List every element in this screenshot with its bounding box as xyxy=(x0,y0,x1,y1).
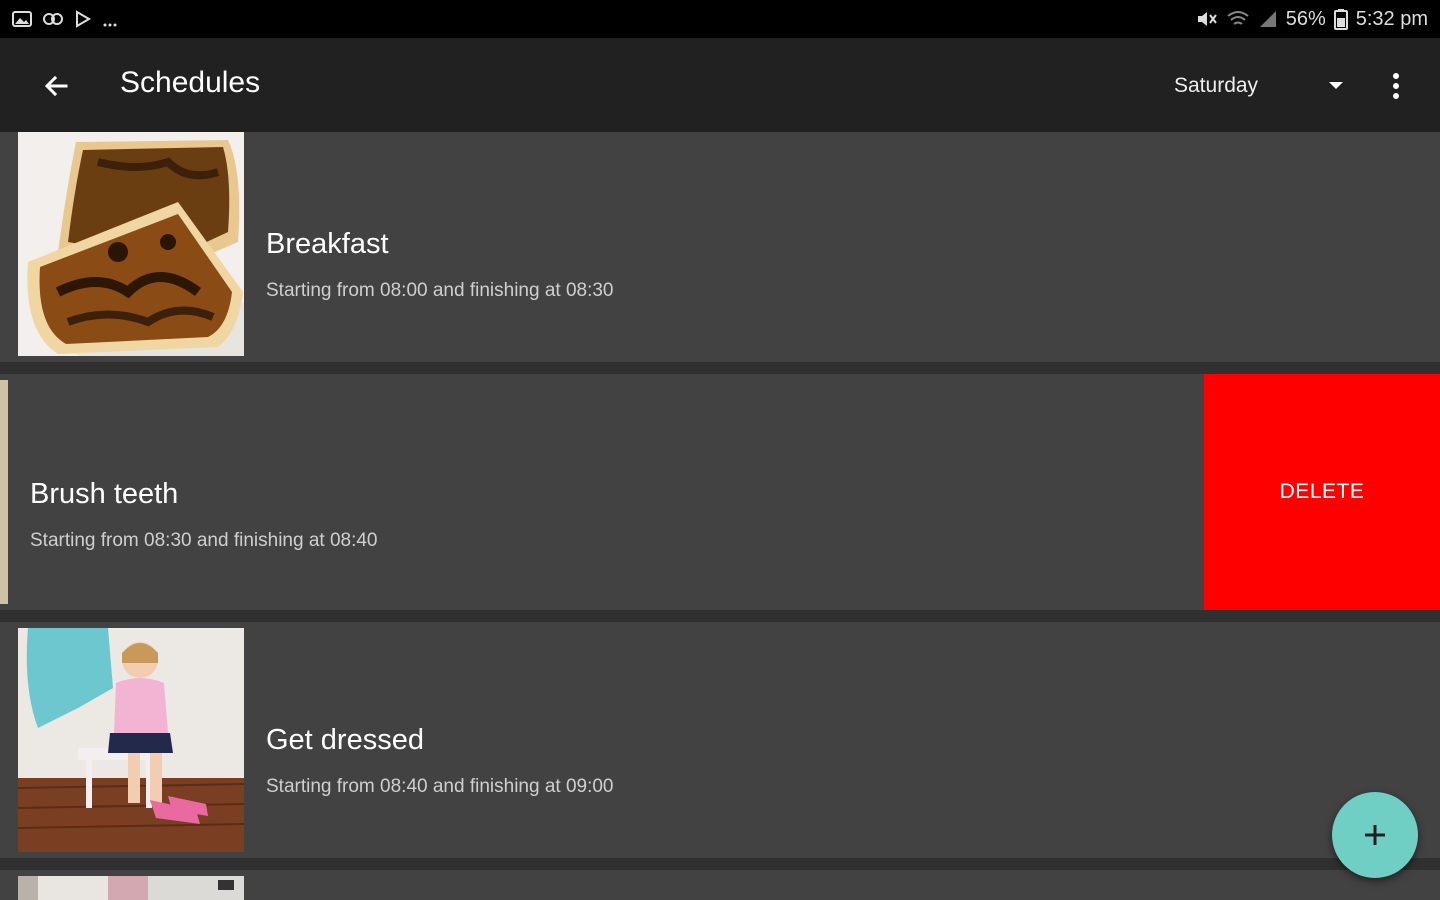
delete-button[interactable]: DELETE xyxy=(1204,374,1440,610)
more-vert-icon xyxy=(1393,73,1399,99)
arrow-left-icon xyxy=(44,75,68,97)
status-system-icons: 56% 5:32 pm xyxy=(1196,8,1428,31)
schedule-item-get-dressed[interactable]: Get dressed Starting from 08:40 and fini… xyxy=(0,622,1440,858)
partial-thumbnail xyxy=(18,876,244,900)
schedule-time-range: Starting from 08:00 and finishing at 08:… xyxy=(266,280,614,301)
plus-icon xyxy=(1365,825,1385,845)
signal-icon xyxy=(1258,9,1278,29)
schedule-item-partial[interactable] xyxy=(0,870,1440,900)
breakfast-thumbnail xyxy=(18,132,244,356)
battery-icon xyxy=(1333,8,1348,30)
status-time: 5:32 pm xyxy=(1355,7,1428,30)
mute-icon xyxy=(1196,9,1218,29)
schedule-title: Get dressed xyxy=(266,724,424,756)
day-dropdown[interactable]: Saturday xyxy=(1160,68,1350,104)
schedule-item-breakfast[interactable]: Breakfast Starting from 08:00 and finish… xyxy=(0,132,1440,362)
schedule-time-range: Starting from 08:30 and finishing at 08:… xyxy=(30,530,378,551)
add-schedule-button[interactable] xyxy=(1332,792,1418,878)
wifi-icon xyxy=(1226,9,1250,29)
delete-label: DELETE xyxy=(1279,480,1365,503)
play-notification-icon xyxy=(74,10,92,28)
brush-teeth-thumbnail-edge xyxy=(0,380,8,604)
day-dropdown-value: Saturday xyxy=(1174,74,1259,97)
schedule-time-range: Starting from 08:40 and finishing at 09:… xyxy=(266,776,614,797)
more-notifications-icon xyxy=(102,10,118,28)
schedule-list: Breakfast Starting from 08:00 and finish… xyxy=(0,132,1440,900)
sync-notification-icon xyxy=(42,10,64,28)
battery-percent: 56% xyxy=(1285,7,1326,30)
get-dressed-thumbnail xyxy=(18,628,244,852)
app-bar: Schedules Saturday xyxy=(0,38,1440,132)
back-button[interactable] xyxy=(36,66,76,106)
schedule-item-brush-teeth[interactable]: Brush teeth Starting from 08:30 and fini… xyxy=(0,374,1204,610)
page-title: Schedules xyxy=(120,66,261,99)
status-bar: 56% 5:32 pm xyxy=(0,0,1440,38)
overflow-menu-button[interactable] xyxy=(1376,64,1416,108)
caret-down-icon xyxy=(1329,82,1343,89)
image-notification-icon xyxy=(12,10,32,28)
schedule-title: Brush teeth xyxy=(30,478,179,510)
status-notification-icons xyxy=(12,10,118,28)
schedule-title: Breakfast xyxy=(266,228,389,260)
